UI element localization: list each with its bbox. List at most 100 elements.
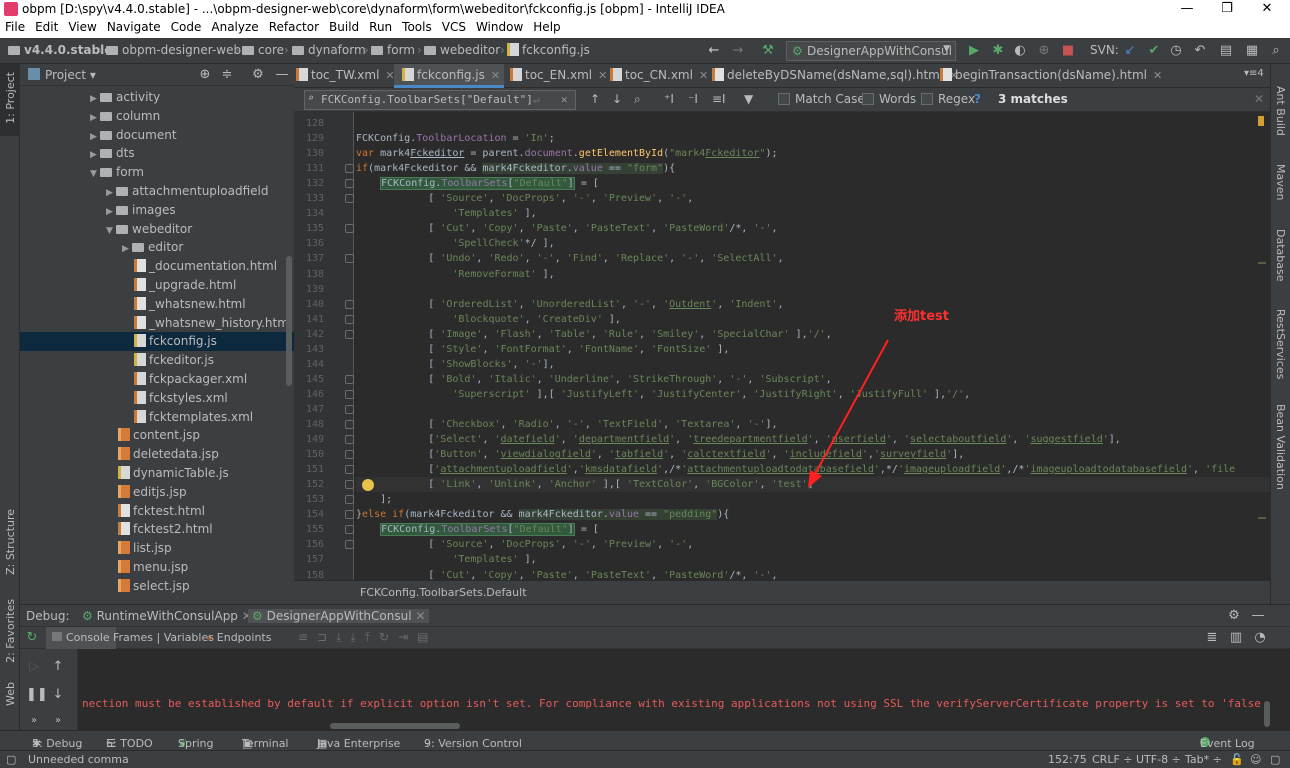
hide-panel-icon[interactable]: — [274,67,290,83]
tree-item[interactable]: fcktemplates.xml [20,408,294,427]
tree-item[interactable]: ▶ dts [20,144,294,163]
fold-marker-icon[interactable] [345,435,354,445]
tree-item[interactable]: ▶ images [20,201,294,220]
fold-marker-icon[interactable] [345,374,354,384]
code-line[interactable]: [ 'Source', 'DocProps', '-', 'Preview', … [356,191,1270,206]
tree-item[interactable]: fcktest.html [20,502,294,521]
fold-marker-icon[interactable] [345,254,354,264]
back-icon[interactable]: ← [706,43,722,59]
code-line[interactable]: 'Templates' ], [356,206,1270,221]
indent-setting[interactable]: Tab* ÷ [1185,753,1222,766]
menu-run[interactable]: Run [364,18,397,34]
next-occurrence-icon[interactable]: ↓ [612,92,622,106]
code-line[interactable]: [ 'Source', 'DocProps', '-', 'Preview', … [356,537,1270,552]
fold-marker-icon[interactable] [345,164,354,174]
tree-item[interactable]: content.jsp [20,426,294,445]
code-line[interactable]: var mark4Fckeditor = parent.document.get… [356,146,1270,161]
tree-item[interactable]: ▶ document [20,126,294,145]
add-occurrence-icon[interactable]: ⁺I [664,92,674,106]
collapsed-arrow-icon[interactable]: ▶ [122,244,132,254]
code-line[interactable]: [ 'Cut', 'Copy', 'Paste', 'PasteText', '… [356,568,1270,581]
restore-layout-icon[interactable]: ▥ [1228,630,1244,646]
tree-item[interactable]: _upgrade.html [20,276,294,295]
tab-begin-transaction[interactable]: beginTransaction(dsName).html ✕ [940,64,1162,88]
tree-item[interactable]: ▶ editor [20,238,294,257]
warning-marker[interactable] [1258,116,1264,126]
tabs-overflow-icon[interactable]: ▾≡4 [1244,64,1264,88]
hector-icon[interactable]: ☺ [1250,753,1261,766]
sdk-icon[interactable]: ▦ [1244,43,1260,59]
fold-marker-icon[interactable] [345,450,354,460]
locate-icon[interactable]: ⊕ [197,67,213,83]
breadcrumb-form[interactable]: form [371,43,415,57]
close-tab-icon[interactable]: ✕ [699,69,708,82]
fold-marker-icon[interactable] [345,480,354,490]
close-tab-icon[interactable]: ✕ [598,69,607,82]
tree-item[interactable]: menu.jsp [20,558,294,577]
match-case-checkbox[interactable]: Match Case [778,92,865,106]
menu-build[interactable]: Build [324,18,364,34]
more-icon[interactable]: » [50,713,66,729]
code-line[interactable]: FCKConfig.ToolbarLocation = 'In'; [356,131,1270,146]
forward-icon[interactable]: → [730,43,746,59]
words-checkbox[interactable]: Words [862,92,916,106]
regex-checkbox[interactable]: Regex [921,92,975,106]
tab-endpoints[interactable]: ⟡ Endpoints [206,631,271,645]
web-tool-button[interactable]: Web [4,682,17,706]
collapsed-arrow-icon[interactable]: ▶ [90,113,100,123]
bean-validation-tool-button[interactable]: Bean Validation [1274,404,1287,490]
code-line[interactable]: [ 'Cut', 'Copy', 'Paste', 'PasteText', '… [356,221,1270,236]
menu-analyze[interactable]: Analyze [206,18,263,34]
status-square-icon[interactable]: ▢ [6,753,16,766]
debug-icon[interactable]: ✱ [990,43,1006,59]
newline-icon[interactable]: ↵ [533,93,540,106]
fold-marker-icon[interactable] [345,510,354,520]
previous-occurrence-icon[interactable]: ↑ [590,92,600,106]
menu-refactor[interactable]: Refactor [264,18,324,34]
regex-help-link[interactable]: ? [974,92,981,106]
tree-item[interactable]: dynamicTable.js [20,464,294,483]
fold-marker-icon[interactable] [345,179,354,189]
fold-marker-icon[interactable] [345,540,354,550]
menu-navigate[interactable]: Navigate [102,18,166,34]
structure-tool-button[interactable]: Z: Structure [4,509,17,575]
rerun-icon[interactable]: ↻ [24,630,40,646]
close-window-button[interactable]: ✕ [1244,0,1290,18]
tree-item[interactable]: ▼ form [20,163,294,182]
close-find-icon[interactable]: ✕ [1254,92,1264,106]
maven-tool-button[interactable]: Maven [1274,164,1287,200]
breadcrumb-dynaform[interactable]: dynaform [292,43,366,57]
ant-build-tool-button[interactable]: Ant Build [1274,86,1287,136]
code-line[interactable]: 'Blockquote', 'CreateDiv' ], [356,312,1270,327]
menu-view[interactable]: View [63,18,101,34]
svn-update-icon[interactable]: ↙ [1122,43,1138,59]
close-tab-icon[interactable]: ✕ [491,69,500,82]
tree-item[interactable]: fcktest2.html [20,520,294,539]
code-line[interactable] [356,116,1270,131]
code-line[interactable]: [ 'OrderedList', 'UnorderedList', '-', '… [356,297,1270,312]
tree-item[interactable]: fckpackager.xml [20,370,294,389]
svn-commit-icon[interactable]: ✔ [1146,43,1162,59]
expanded-arrow-icon[interactable]: ▼ [90,169,100,179]
tab-frames-variables[interactable]: Frames | Variables [113,631,214,644]
code-line[interactable]: 'SpellCheck'*/ ], [356,236,1270,251]
fold-marker-icon[interactable] [345,329,354,339]
caret-position[interactable]: 152:75 [1048,753,1087,766]
console-v-scrollbar[interactable] [1264,701,1270,727]
fold-marker-icon[interactable] [345,495,354,505]
settings-gear-icon[interactable]: ⚙ [250,67,266,83]
coverage-icon[interactable]: ◐ [1012,43,1028,59]
build-hammer-icon[interactable]: ⚒ [760,43,776,59]
code-line[interactable] [356,282,1270,297]
tab-console[interactable]: Console [46,627,116,649]
code-line[interactable]: [ 'Undo', 'Redo', '-', 'Find', 'Replace'… [356,251,1270,266]
tree-item[interactable]: ▶ activity [20,88,294,107]
restservices-tool-button[interactable]: RestServices [1274,309,1287,379]
resume-icon[interactable]: ▷ [26,659,42,675]
tree-item[interactable]: _whatsnew_history.html [20,314,294,333]
tab-toc-en[interactable]: toc_EN.xml ✕ [510,64,607,88]
close-tab-icon[interactable]: ✕ [1153,69,1162,82]
history-icon[interactable]: ◷ [1168,43,1184,59]
profile-icon[interactable]: ⊕ [1036,43,1052,59]
menu-vcs[interactable]: VCS [437,18,471,34]
